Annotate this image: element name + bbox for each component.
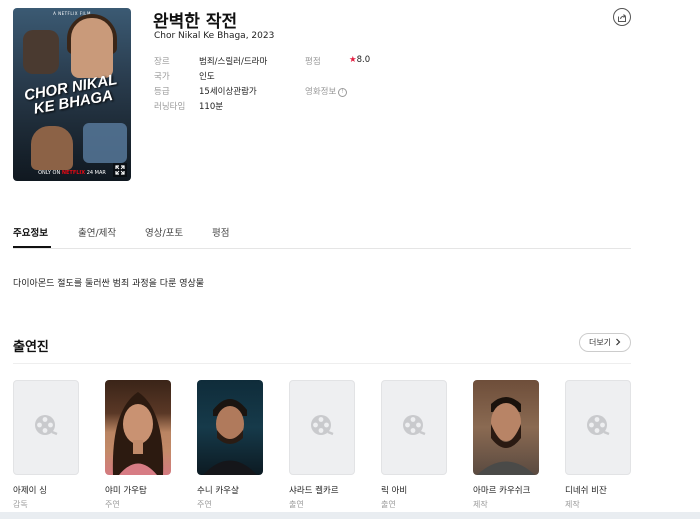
chevron-right-icon xyxy=(615,338,621,348)
poster-title: CHOR NIKAL KE BHAGA xyxy=(22,71,119,118)
cast-photo xyxy=(105,380,171,475)
cast-role: 주연 xyxy=(105,500,120,509)
cast-name: 디네쉬 비잔 xyxy=(565,486,607,496)
movie-info-label: 영화정보 xyxy=(305,87,337,97)
tab-cast-crew[interactable]: 출연/제작 xyxy=(78,225,116,239)
cast-name: 아마르 카우쉬크 xyxy=(473,486,531,496)
cast-card[interactable]: 아마르 카우쉬크 제작 xyxy=(473,380,539,510)
poster-figure xyxy=(23,30,59,74)
cast-role: 제작 xyxy=(473,500,488,509)
cast-photo-placeholder xyxy=(565,380,631,475)
poster-brand: A NETFLIX FILM xyxy=(53,11,91,16)
genre-label: 장르 xyxy=(154,57,170,67)
share-icon xyxy=(617,8,627,27)
cast-name: 아제이 싱 xyxy=(13,486,47,496)
cast-name: 릭 아비 xyxy=(381,486,408,496)
movie-title: 완벽한 작전 xyxy=(153,12,238,32)
runtime-label: 러닝타임 xyxy=(154,102,186,112)
movie-info-label-group[interactable]: 영화정보! xyxy=(305,85,348,97)
more-button-label: 더보기 xyxy=(588,338,612,347)
film-reel-icon xyxy=(401,413,427,443)
cast-role: 주연 xyxy=(197,500,212,509)
bottom-edge xyxy=(0,512,700,519)
film-reel-icon xyxy=(585,413,611,443)
expand-icon[interactable] xyxy=(113,163,127,177)
tab-bar: 주요정보 출연/제작 영상/포토 평점 xyxy=(13,220,631,249)
section-divider xyxy=(13,363,631,364)
synopsis-text: 다이아몬드 절도를 둘러싼 범죄 과정을 다룬 영상물 xyxy=(13,279,205,289)
cast-role: 출연 xyxy=(289,500,304,509)
rating-label: 평점 xyxy=(305,57,321,67)
rating-value: 8.0 xyxy=(356,55,371,65)
cast-photo xyxy=(473,380,539,475)
poster-netflix-logo: NETFLIX xyxy=(61,170,86,176)
movie-poster[interactable]: A NETFLIX FILM CHOR NIKAL KE BHAGA ONLY … xyxy=(13,8,131,181)
poster-figure xyxy=(31,126,73,170)
cast-photo-placeholder xyxy=(381,380,447,475)
star-icon: ★ xyxy=(349,55,357,65)
active-tab-indicator xyxy=(13,246,51,248)
tab-main-info[interactable]: 주요정보 xyxy=(13,225,48,239)
tab-video-photo[interactable]: 영상/포토 xyxy=(145,225,183,239)
cast-card[interactable]: 아제이 싱 감독 xyxy=(13,380,79,510)
country-value: 인도 xyxy=(199,72,215,82)
cast-name: 야미 가우탐 xyxy=(105,486,147,496)
cast-card[interactable]: 샤라드 켈카르 출연 xyxy=(289,380,355,510)
cast-role: 감독 xyxy=(13,500,28,509)
cast-role: 제작 xyxy=(565,500,580,509)
genre-value: 범죄/스릴러/드라마 xyxy=(199,57,268,67)
info-icon[interactable]: ! xyxy=(338,88,348,97)
cast-card[interactable]: 야미 가우탐 주연 xyxy=(105,380,171,510)
more-button[interactable]: 더보기 xyxy=(579,333,631,352)
cast-section-title: 출연진 xyxy=(13,340,49,355)
cast-card[interactable]: 릭 아비 출연 xyxy=(381,380,447,510)
cast-card[interactable]: 수니 카우샬 주연 xyxy=(197,380,263,510)
poster-plane xyxy=(83,123,127,163)
movie-subtitle: Chor Nikal Ke Bhaga, 2023 xyxy=(154,31,275,41)
poster-figure xyxy=(71,18,113,78)
cast-role: 출연 xyxy=(381,500,396,509)
runtime-value: 110분 xyxy=(199,102,224,112)
film-reel-icon xyxy=(309,413,335,443)
poster-date: 24 MAR xyxy=(86,170,106,176)
grade-value: 15세이상관람가 xyxy=(199,87,257,97)
cast-card[interactable]: 디네쉬 비잔 제작 xyxy=(565,380,631,510)
cast-photo-placeholder xyxy=(289,380,355,475)
tab-ratings[interactable]: 평점 xyxy=(212,225,229,239)
cast-name: 수니 카우샬 xyxy=(197,486,239,496)
cast-photo xyxy=(197,380,263,475)
share-button[interactable] xyxy=(613,8,631,26)
rating-value-group: ★8.0 xyxy=(349,55,370,65)
film-reel-icon xyxy=(33,413,59,443)
cast-name: 샤라드 켈카르 xyxy=(289,486,339,496)
cast-photo-placeholder xyxy=(13,380,79,475)
poster-footer-prefix: ONLY ON xyxy=(38,170,61,176)
grade-label: 등급 xyxy=(154,87,170,97)
country-label: 국가 xyxy=(154,72,170,82)
